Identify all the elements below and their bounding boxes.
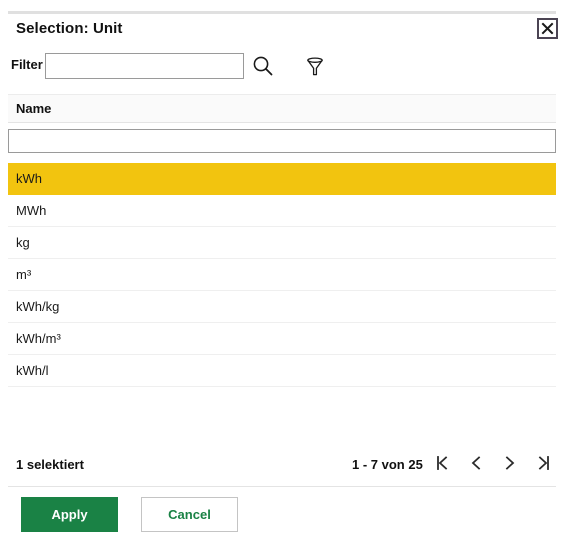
page-last-button[interactable] [531,451,557,477]
page-first-button[interactable] [429,451,455,477]
filter-row: Filter [0,52,572,82]
top-divider [8,11,556,14]
list-item[interactable]: kWh/kg [8,291,556,323]
unit-list: kWh MWh kg m³ kWh/kg kWh/m³ kWh/l [8,163,556,387]
cancel-button[interactable]: Cancel [141,497,238,532]
dialog-title: Selection: Unit [16,20,123,37]
list-item-label: m³ [16,267,32,282]
list-item[interactable]: kWh [8,163,556,195]
filter-label: Filter [11,57,43,72]
column-filter-input-name[interactable] [8,129,556,153]
table-header-row: Name [8,94,556,123]
search-button[interactable] [248,52,278,82]
list-item-label: kWh/m³ [16,331,61,346]
page-prev-icon [467,454,485,475]
list-item[interactable]: kWh/m³ [8,323,556,355]
list-item-label: kWh [16,171,42,186]
filter-funnel-button[interactable] [300,52,330,82]
list-item[interactable]: kWh/l [8,355,556,387]
close-icon [541,22,554,35]
page-last-icon [535,454,553,475]
column-header-name: Name [16,101,52,116]
list-empty-area [8,387,556,439]
selection-dialog: Selection: Unit Filter Name kWh MWh kg m… [0,0,572,547]
page-first-icon [433,454,451,475]
close-button[interactable] [537,18,558,39]
list-item[interactable]: MWh [8,195,556,227]
dialog-actions: Apply Cancel [0,497,572,537]
list-item-label: kg [16,235,30,250]
column-filter-row [8,129,556,153]
list-item[interactable]: m³ [8,259,556,291]
page-next-icon [501,454,519,475]
search-icon [251,54,275,81]
filter-input[interactable] [45,53,244,79]
selected-count-label: 1 selektiert [16,457,84,472]
page-next-button[interactable] [497,451,523,477]
footer-divider [8,486,556,487]
filter-funnel-icon [303,54,327,81]
table-footer: 1 selektiert 1 - 7 von 25 [0,450,572,484]
page-range-label: 1 - 7 von 25 [352,457,423,472]
dialog-titlebar: Selection: Unit [0,18,572,48]
list-item-label: kWh/l [16,363,49,378]
page-prev-button[interactable] [463,451,489,477]
apply-button[interactable]: Apply [21,497,118,532]
list-item-label: MWh [16,203,47,218]
list-item-label: kWh/kg [16,299,60,314]
list-item[interactable]: kg [8,227,556,259]
